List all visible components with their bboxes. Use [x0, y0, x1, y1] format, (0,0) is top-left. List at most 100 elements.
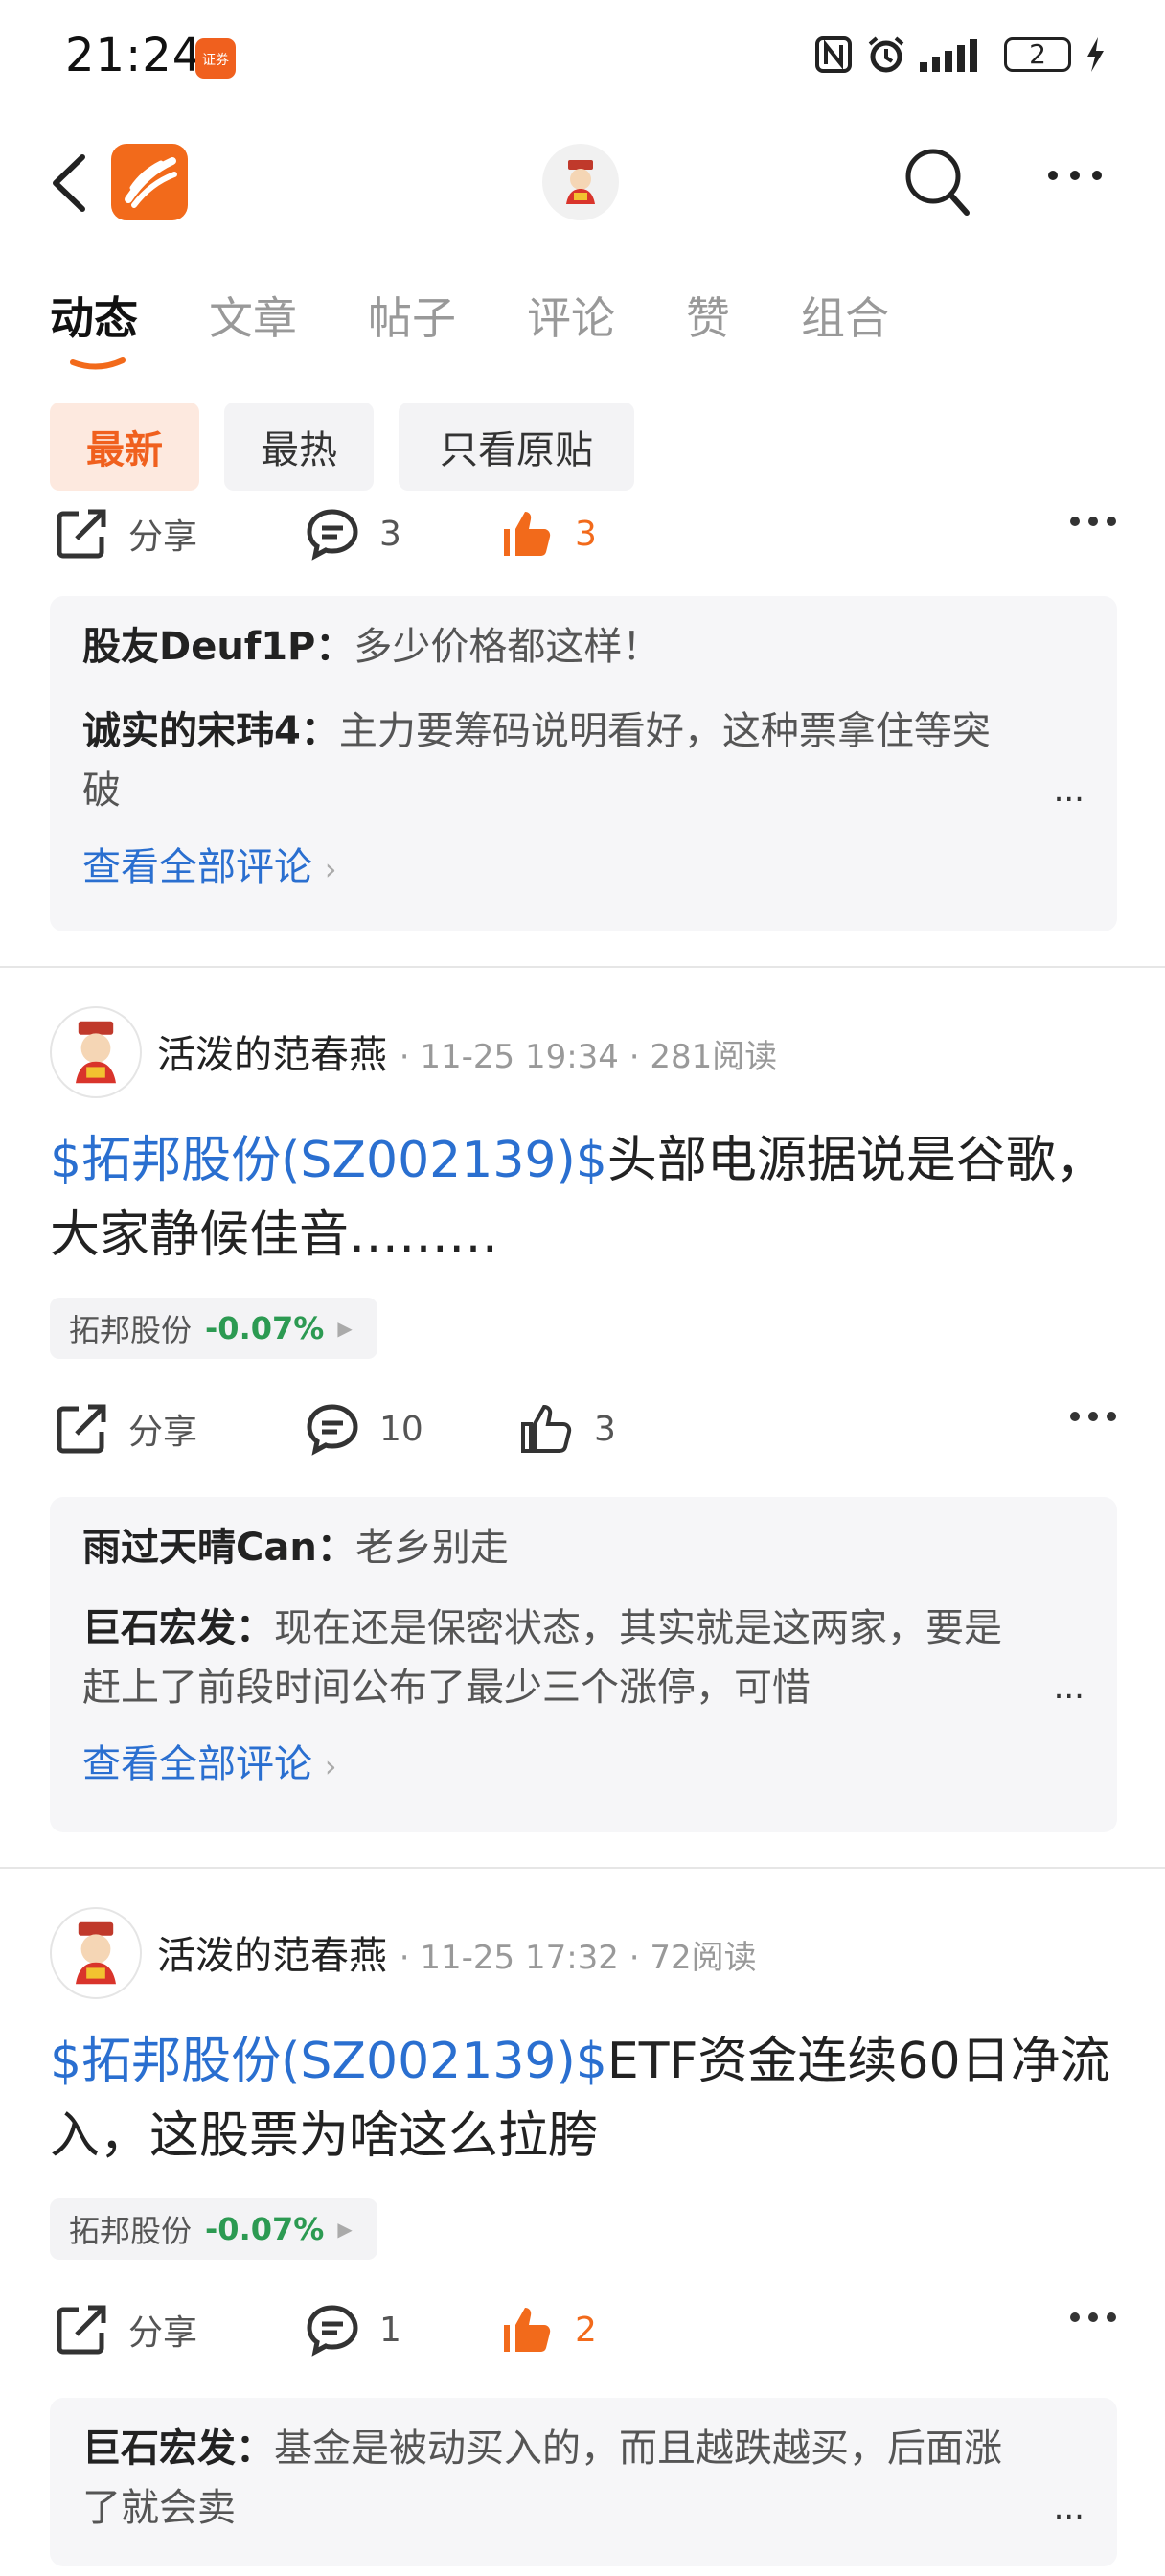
post-divider — [0, 966, 1165, 968]
avatar[interactable] — [50, 1907, 142, 1999]
tab-dynamics[interactable]: 动态 — [50, 284, 138, 347]
avatar[interactable] — [50, 1006, 142, 1098]
signal-icon — [920, 39, 977, 72]
tab-articles[interactable]: 文章 — [209, 284, 297, 347]
search-icon[interactable] — [902, 144, 971, 220]
comment-icon — [307, 1404, 358, 1456]
post-more-icon[interactable] — [1069, 516, 1117, 527]
nfc-icon — [815, 36, 852, 73]
comment-text: 多少价格都这样！ — [354, 625, 661, 669]
user-avatar[interactable] — [542, 144, 619, 220]
post-content[interactable]: $拓邦股份(SZ002139)$ETF资金连续60日净流入，这股票为啥这么拉胯 — [50, 2024, 1113, 2174]
post-action-bar: 分享 3 3 — [54, 506, 1117, 564]
profile-tabs: 动态 文章 帖子 评论 赞 组合 — [50, 284, 960, 347]
share-icon — [57, 509, 106, 559]
charging-icon — [1087, 37, 1104, 72]
comment-button[interactable]: 10 — [305, 1401, 423, 1457]
like-button[interactable]: 3 — [500, 506, 597, 562]
post-author-line: 活泼的范春燕 · 11-25 19:34 · 281阅读 — [157, 1024, 777, 1079]
commenter-name[interactable]: 巨石宏发： — [82, 2426, 274, 2471]
author-name[interactable]: 活泼的范春燕 — [157, 1033, 387, 1077]
post-divider — [0, 1867, 1165, 1869]
stock-link[interactable]: $拓邦股份(SZ002139)$ — [50, 2033, 607, 2090]
status-icons: 2 — [814, 34, 1106, 75]
thumbs-up-filled-icon — [504, 512, 551, 556]
share-icon — [57, 2305, 106, 2355]
tab-likes[interactable]: 赞 — [686, 284, 730, 347]
comment-item: 诚实的宋玮4：主力要筹码说明看好，这种票拿住等突破... — [82, 702, 1085, 820]
comment-preview-box[interactable]: 雨过天晴Can：老乡别走 巨石宏发：现在还是保密状态，其实就是这两家，要是赶上了… — [50, 1497, 1117, 1832]
stock-tag-change: -0.07% — [205, 1310, 325, 1346]
post-action-bar: 分享 10 3 — [54, 1401, 1117, 1459]
comment-text: 老乡别走 — [354, 1526, 509, 1570]
comment-button[interactable]: 3 — [305, 506, 401, 562]
more-options-icon[interactable] — [1046, 169, 1104, 182]
stock-tag-name: 拓邦股份 — [69, 1312, 193, 1348]
comment-count: 1 — [379, 2310, 401, 2350]
comment-preview-box[interactable]: 巨石宏发：基金是被动买入的，而且越跌越买，后面涨了就会卖... — [50, 2398, 1117, 2566]
see-all-label: 查看全部评论 — [82, 1742, 312, 1786]
tab-portfolio[interactable]: 组合 — [801, 284, 889, 347]
share-label: 分享 — [128, 518, 198, 557]
app-logo — [111, 144, 188, 220]
author-name[interactable]: 活泼的范春燕 — [157, 1934, 387, 1978]
comment-button[interactable]: 1 — [305, 2302, 401, 2358]
commenter-name[interactable]: 巨石宏发： — [82, 1606, 274, 1650]
stock-link[interactable]: $拓邦股份(SZ002139)$ — [50, 1132, 607, 1189]
comment-truncation: ... — [1053, 1668, 1085, 1707]
comment-icon — [307, 2305, 358, 2357]
share-label: 分享 — [128, 2313, 198, 2353]
thumbs-up-icon — [521, 1404, 572, 1453]
comment-icon — [307, 509, 358, 561]
commenter-name[interactable]: 诚实的宋玮4： — [82, 709, 339, 753]
post-more-icon[interactable] — [1069, 1411, 1117, 1422]
comment-item: 雨过天晴Can：老乡别走 — [82, 1518, 1085, 1577]
comment-item: 巨石宏发：基金是被动买入的，而且越跌越买，后面涨了就会卖... — [82, 2419, 1085, 2538]
post-content[interactable]: $拓邦股份(SZ002139)$头部电源据说是谷歌，大家静候佳音……… — [50, 1123, 1113, 1273]
share-label: 分享 — [128, 1413, 198, 1452]
like-count: 3 — [575, 514, 597, 554]
commenter-name[interactable]: 股友Deuf1P： — [82, 625, 354, 669]
stock-tag[interactable]: 拓邦股份 -0.07% ▶ — [50, 2198, 377, 2260]
triangle-right-icon: ▶ — [337, 2218, 353, 2241]
share-button[interactable]: 分享 — [54, 1401, 197, 1457]
thumbs-up-filled-icon — [504, 2308, 551, 2352]
post-action-bar: 分享 1 2 — [54, 2302, 1117, 2359]
app-logo-icon — [125, 157, 177, 208]
like-button[interactable]: 2 — [500, 2302, 597, 2358]
triangle-right-icon: ▶ — [337, 1317, 353, 1340]
stock-tag-change: -0.07% — [205, 2211, 325, 2247]
filter-original-only[interactable]: 只看原贴 — [399, 402, 634, 491]
filter-latest[interactable]: 最新 — [50, 402, 199, 491]
chevron-right-icon: › — [324, 1748, 337, 1784]
comment-truncation: ... — [1053, 2489, 1085, 2527]
commenter-name[interactable]: 雨过天晴Can： — [82, 1526, 355, 1570]
chevron-right-icon: › — [324, 851, 337, 887]
filter-hot[interactable]: 最热 — [224, 402, 374, 491]
post-more-icon[interactable] — [1069, 2312, 1117, 2323]
like-button[interactable]: 3 — [519, 1401, 616, 1457]
app-badge-icon: 证券 — [195, 38, 236, 79]
like-count: 3 — [594, 1409, 616, 1449]
comment-count: 3 — [379, 514, 401, 554]
comment-item: 巨石宏发：现在还是保密状态，其实就是这两家，要是赶上了前段时间公布了最少三个涨停… — [82, 1598, 1085, 1717]
comment-truncation: ... — [1053, 771, 1085, 810]
see-all-comments-link[interactable]: 查看全部评论 › — [82, 838, 1085, 899]
alarm-icon — [868, 36, 904, 73]
back-arrow-icon[interactable] — [50, 153, 88, 213]
post-meta: · 11-25 19:34 · 281阅读 — [399, 1038, 778, 1076]
comment-preview-box[interactable]: 股友Deuf1P：多少价格都这样！ 诚实的宋玮4：主力要筹码说明看好，这种票拿住… — [50, 596, 1117, 932]
active-tab-indicator — [70, 357, 126, 370]
post-meta: · 11-25 17:32 · 72阅读 — [399, 1939, 757, 1977]
share-icon — [57, 1404, 106, 1454]
caishen-avatar-icon — [76, 1021, 116, 1084]
tab-comments[interactable]: 评论 — [527, 284, 615, 347]
comment-count: 10 — [379, 1409, 423, 1449]
tab-posts[interactable]: 帖子 — [368, 284, 456, 347]
stock-tag-name: 拓邦股份 — [69, 2213, 193, 2249]
share-button[interactable]: 分享 — [54, 2302, 197, 2358]
see-all-comments-link[interactable]: 查看全部评论 › — [82, 1735, 1085, 1796]
stock-tag[interactable]: 拓邦股份 -0.07% ▶ — [50, 1298, 377, 1359]
caishen-avatar-icon — [566, 160, 595, 204]
share-button[interactable]: 分享 — [54, 506, 197, 562]
